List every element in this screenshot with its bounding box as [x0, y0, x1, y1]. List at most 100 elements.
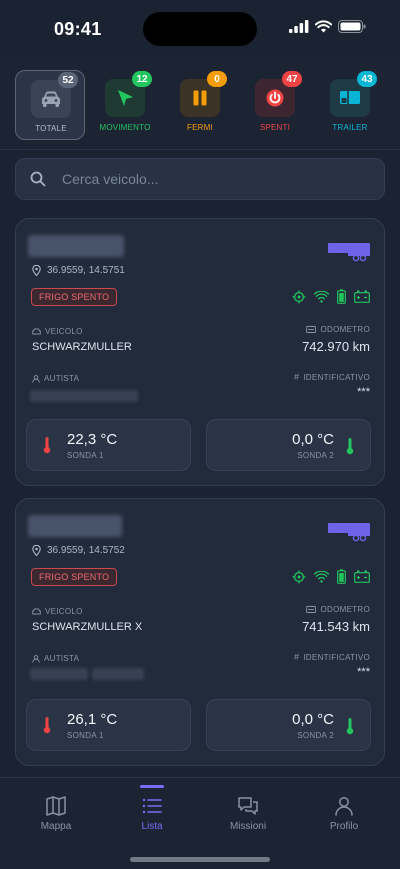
user-small-icon [32, 654, 40, 663]
car-small-icon [32, 608, 41, 615]
redacted-driver-name [30, 668, 88, 680]
thermometer-warm-icon [43, 437, 51, 454]
trailer-vehicle-icon [328, 523, 370, 542]
tab-label: Lista [141, 821, 163, 832]
vehicle-label: VEICOLO [32, 607, 83, 616]
odometer-label-text: ODOMETRO [320, 605, 370, 614]
filter-count-badge: 12 [132, 71, 152, 87]
hash-icon: # [293, 372, 300, 382]
probe-1-box: 26,1 °C SONDA 1 [26, 699, 191, 751]
home-indicator [130, 857, 270, 862]
battery-level-icon [337, 289, 346, 304]
car-icon [42, 91, 60, 107]
signal-icon [314, 570, 329, 583]
odometer-label-text: ODOMETRO [320, 325, 370, 334]
probe-2-box: 0,0 °C SONDA 2 [206, 419, 371, 471]
sensor-status-icons [292, 569, 370, 584]
probe-2-value: 0,0 °C [292, 431, 334, 448]
filter-count-badge: 47 [282, 71, 302, 87]
status-badge: FRIGO SPENTO [31, 568, 118, 586]
filter-label: TRAILER [332, 123, 368, 132]
status-badge: FRIGO SPENTO [31, 288, 118, 306]
filter-trailer[interactable]: 43 TRAILER [315, 70, 385, 140]
car-battery-icon [354, 570, 370, 583]
odometer-icon [306, 606, 317, 613]
vehicle-name: SCHWARZMULLER X [32, 621, 143, 633]
filter-totale[interactable]: 52 TOTALE [15, 70, 85, 140]
active-tab-indicator [140, 785, 164, 788]
tab-label: Missioni [229, 821, 267, 832]
filter-spenti[interactable]: 47 SPENTI [240, 70, 310, 140]
status-time: 09:41 [54, 19, 102, 39]
location-coords: 36.9559, 14.5752 [32, 545, 125, 556]
probe-1-label: SONDA 1 [67, 451, 104, 460]
car-small-icon [32, 328, 41, 335]
identifier-value: *** [357, 666, 370, 678]
search-bar [15, 158, 385, 200]
filter-label: FERMI [187, 123, 213, 132]
identifier-label-text: IDENTIFICATIVO [303, 652, 370, 662]
tab-mappa[interactable]: Mappa [16, 778, 96, 838]
location-coords: 36.9559, 14.5751 [32, 265, 125, 276]
vehicle-card[interactable]: 36.9559, 14.5752 FRIGO SPENTO VEICOLO SC… [15, 498, 385, 766]
tab-missioni[interactable]: Missioni [208, 778, 288, 838]
probe-2-label: SONDA 2 [297, 731, 334, 740]
sensor-status-icons [292, 289, 370, 304]
vehicle-card[interactable]: 36.9559, 14.5751 FRIGO SPENTO VEICOLO SC… [15, 218, 385, 486]
driver-label: AUTISTA [32, 654, 79, 663]
probe-2-box: 0,0 °C SONDA 2 [206, 699, 371, 751]
power-icon [266, 89, 284, 107]
gps-icon [292, 290, 306, 303]
tab-lista[interactable]: Lista [112, 778, 192, 838]
probe-1-label: SONDA 1 [67, 731, 104, 740]
coords-text: 36.9559, 14.5752 [47, 545, 125, 556]
filter-count-badge: 0 [207, 71, 227, 87]
search-icon [30, 171, 46, 187]
status-icons [289, 20, 366, 33]
user-small-icon [32, 374, 40, 383]
status-bar: 09:41 [0, 0, 400, 58]
dynamic-island [143, 12, 257, 46]
cellular-signal-icon [289, 20, 309, 33]
map-icon [46, 796, 66, 816]
driver-label-text: AUTISTA [44, 374, 80, 383]
probe-2-label: SONDA 2 [297, 451, 334, 460]
hash-icon: # [293, 652, 300, 662]
filter-label: SPENTI [259, 123, 291, 132]
search-input[interactable] [62, 159, 372, 199]
filter-label: TOTALE [35, 124, 67, 133]
trailer-vehicle-icon [328, 243, 370, 262]
tab-label: Profilo [329, 821, 359, 832]
probe-1-value: 22,3 °C [67, 431, 118, 448]
identifier-value: *** [357, 386, 370, 398]
thermometer-cold-icon [346, 438, 354, 455]
coords-text: 36.9559, 14.5751 [47, 265, 125, 276]
trailer-icon [340, 91, 360, 104]
vehicle-label: VEICOLO [32, 327, 83, 336]
identifier-label: # IDENTIFICATIVO [294, 652, 370, 662]
battery-icon [338, 20, 366, 33]
redacted-driver-surname [92, 668, 144, 680]
filter-fermi[interactable]: 0 FERMI [165, 70, 235, 140]
location-pin-icon [32, 545, 41, 556]
navigation-arrow-icon [118, 90, 133, 106]
signal-icon [314, 290, 329, 303]
filter-movimento[interactable]: 12 MOVIMENTO [90, 70, 160, 140]
probe-1-value: 26,1 °C [67, 711, 118, 728]
wifi-icon [315, 20, 332, 33]
pause-icon [193, 90, 207, 106]
bottom-tab-bar: Mappa Lista Missioni Profilo [0, 777, 400, 869]
location-pin-icon [32, 265, 41, 276]
odometer-icon [306, 326, 317, 333]
tab-label: Mappa [40, 821, 72, 832]
driver-label: AUTISTA [32, 374, 79, 383]
list-icon [142, 798, 162, 814]
identifier-label: # IDENTIFICATIVO [294, 372, 370, 382]
redacted-driver-name [30, 390, 138, 402]
redacted-plate [28, 515, 122, 537]
tab-profilo[interactable]: Profilo [304, 778, 384, 838]
identifier-label-text: IDENTIFICATIVO [303, 372, 370, 382]
odometer-label: ODOMETRO [306, 325, 370, 334]
thermometer-cold-icon [346, 718, 354, 735]
status-filter-bar: 52 TOTALE 12 MOVIMENTO 0 FERMI 47 SPENTI… [0, 58, 400, 150]
